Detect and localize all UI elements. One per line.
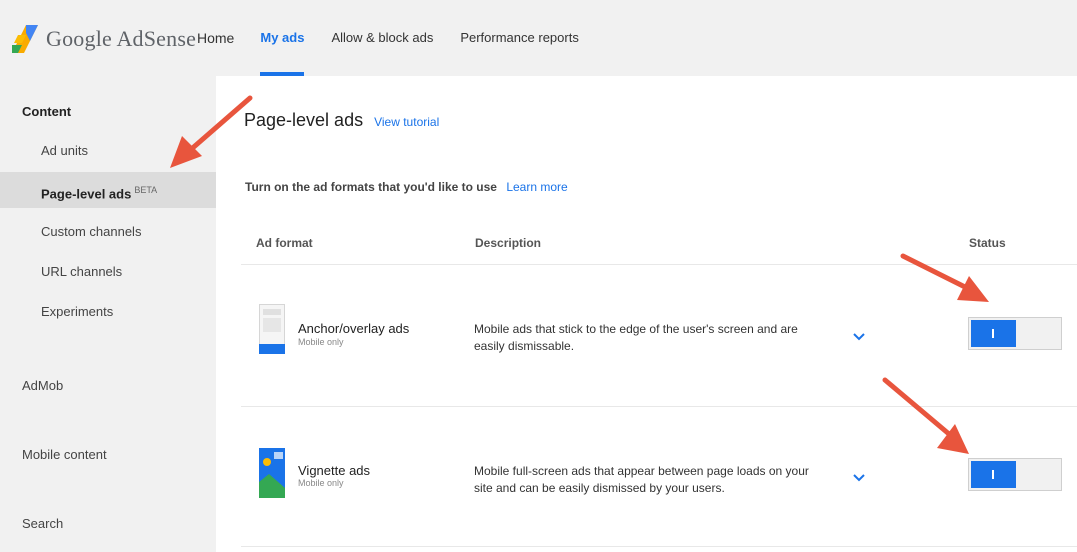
logo-text: Google AdSense (46, 26, 197, 51)
sidebar-item-url-channels[interactable]: URL channels (0, 254, 216, 290)
toggle-on-indicator (971, 320, 1016, 347)
sidebar-section-mobile-content[interactable]: Mobile content (22, 447, 107, 462)
sidebar-item-label: Ad units (41, 143, 88, 158)
column-header-status: Status (969, 236, 1006, 250)
adsense-logo[interactable]: Google AdSense (12, 22, 196, 56)
description-line: Mobile ads that stick to the edge of the… (474, 322, 798, 336)
nav-performance-reports[interactable]: Performance reports (460, 0, 579, 76)
sidebar-item-label: Custom channels (41, 224, 142, 239)
format-sub: Mobile only (298, 478, 344, 488)
chevron-down-icon[interactable] (852, 332, 866, 342)
column-header-description: Description (475, 236, 542, 250)
beta-badge: BETA (134, 185, 158, 195)
row-divider (241, 546, 1077, 547)
format-description: Mobile ads that stick to the edge of the… (474, 321, 844, 355)
header-divider (241, 264, 1077, 265)
nav-home[interactable]: Home (197, 0, 234, 76)
description-line: Mobile full-screen ads that appear betwe… (474, 464, 809, 478)
sidebar-item-page-level-ads[interactable]: Page-level ads BETA (0, 172, 216, 208)
sidebar-section-search[interactable]: Search (22, 516, 63, 531)
description-line: site and can be easily dismissed by your… (474, 481, 725, 495)
page-title-text: Page-level ads (244, 110, 364, 130)
adsense-logo-icon (12, 25, 38, 53)
row-divider (241, 406, 1077, 407)
sidebar-section-admob[interactable]: AdMob (22, 378, 63, 393)
intro-text: Turn on the ad formats that you'd like t… (245, 180, 568, 194)
sidebar-item-label: Experiments (41, 304, 114, 319)
description-line: easily dismissable. (474, 339, 575, 353)
nav-allow-block-ads[interactable]: Allow & block ads (331, 0, 433, 76)
format-description: Mobile full-screen ads that appear betwe… (474, 463, 844, 497)
chevron-down-icon[interactable] (852, 473, 866, 483)
format-name: Vignette ads (298, 463, 371, 478)
column-header-ad-format: Ad format (256, 236, 313, 250)
toggle-on-indicator (971, 461, 1016, 488)
sidebar: Content Ad units Page-level ads BETA Cust… (0, 76, 216, 552)
format-name: Anchor/overlay ads (298, 321, 410, 336)
anchor-ad-icon (259, 304, 285, 354)
top-nav: Home My ads Allow & block ads Performanc… (197, 0, 606, 76)
status-toggle[interactable] (968, 317, 1062, 350)
format-sub: Mobile only (298, 337, 344, 347)
sidebar-item-experiments[interactable]: Experiments (0, 294, 216, 330)
page-title: Page-level ads View tutorial (244, 110, 439, 131)
sidebar-item-custom-channels[interactable]: Custom channels (0, 214, 216, 250)
view-tutorial-link[interactable]: View tutorial (374, 115, 439, 129)
status-toggle[interactable] (968, 458, 1062, 491)
sidebar-item-ad-units[interactable]: Ad units (0, 133, 216, 169)
top-bar: Google AdSense Home My ads Allow & block… (0, 0, 1077, 76)
sidebar-heading-content: Content (22, 104, 72, 119)
sidebar-item-label: URL channels (41, 264, 123, 279)
nav-my-ads[interactable]: My ads (260, 0, 305, 76)
intro-label: Turn on the ad formats that you'd like t… (245, 180, 497, 194)
main-content: Page-level ads View tutorial Turn on the… (216, 76, 1077, 552)
learn-more-link[interactable]: Learn more (506, 180, 567, 194)
sidebar-item-label: Page-level ads (41, 186, 132, 202)
vignette-ad-icon (259, 448, 285, 498)
